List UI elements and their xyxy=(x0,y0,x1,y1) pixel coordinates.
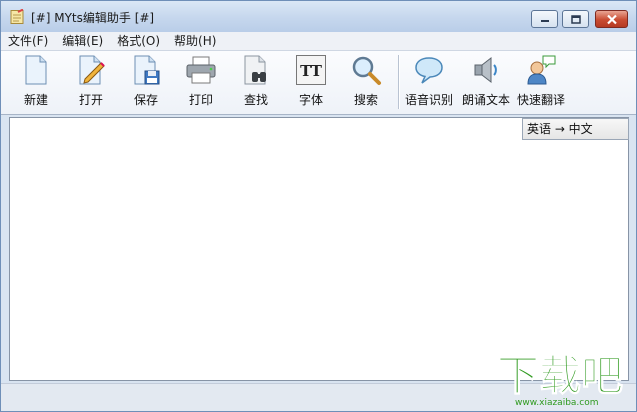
toolbar: 新建 打开 保存 打印 查找 TT 字体 搜索 语音识别 朗诵文本 快速翻译 xyxy=(1,51,636,115)
translation-direction-dropdown[interactable]: 英语 → 中文 xyxy=(522,118,629,140)
new-button[interactable]: 新建 xyxy=(15,53,57,111)
menu-help[interactable]: 帮助(H) xyxy=(167,32,223,50)
notepad-icon xyxy=(10,9,24,24)
close-icon xyxy=(606,14,617,24)
menu-file[interactable]: 文件(F) xyxy=(1,32,55,50)
menu-bar: 文件(F) 编辑(E) 格式(O) 帮助(H) xyxy=(1,32,636,51)
menu-format[interactable]: 格式(O) xyxy=(110,32,167,50)
maximize-icon xyxy=(570,14,581,24)
text-editor[interactable] xyxy=(9,117,629,381)
close-button[interactable] xyxy=(595,10,628,28)
magnifier-icon xyxy=(352,56,381,85)
svg-text:TT: TT xyxy=(300,62,323,80)
speaker-icon xyxy=(474,56,497,84)
open-button[interactable]: 打开 xyxy=(70,53,112,111)
read-aloud-button[interactable]: 朗诵文本 xyxy=(459,53,513,111)
save-label: 保存 xyxy=(133,93,158,107)
maximize-button[interactable] xyxy=(562,10,589,28)
find-label: 查找 xyxy=(243,93,268,107)
font-button[interactable]: TT 字体 xyxy=(290,53,332,111)
toolbar-separator xyxy=(398,55,400,109)
find-button[interactable]: 查找 xyxy=(235,53,277,111)
font-icon: TT xyxy=(296,55,326,85)
edit-document-icon xyxy=(79,55,105,85)
new-label: 新建 xyxy=(23,93,48,107)
speech-recognition-label: 语音识别 xyxy=(404,93,453,107)
new-document-icon xyxy=(25,55,47,85)
open-label: 打开 xyxy=(78,93,103,107)
save-icon xyxy=(134,55,160,85)
translator-person-icon xyxy=(527,55,556,85)
find-binoculars-icon xyxy=(244,55,266,85)
print-label: 打印 xyxy=(188,93,213,107)
font-label: 字体 xyxy=(298,93,323,107)
printer-icon xyxy=(186,56,216,84)
minimize-icon xyxy=(540,20,549,22)
quick-translate-button[interactable]: 快速翻译 xyxy=(515,53,567,111)
speech-recognition-button[interactable]: 语音识别 xyxy=(402,53,456,111)
search-label: 搜索 xyxy=(353,93,378,107)
minimize-button[interactable] xyxy=(531,10,558,28)
quick-translate-label: 快速翻译 xyxy=(516,93,565,107)
app-window: [#] MYts编辑助手 [#] 文件(F) 编辑(E) 格式(O) 帮助(H)… xyxy=(0,0,637,412)
save-button[interactable]: 保存 xyxy=(125,53,167,111)
menu-edit[interactable]: 编辑(E) xyxy=(55,32,110,50)
read-aloud-label: 朗诵文本 xyxy=(461,93,510,107)
print-button[interactable]: 打印 xyxy=(180,53,222,111)
search-button[interactable]: 搜索 xyxy=(345,53,387,111)
xiazaiba-watermark-logo: 下载吧 www.xiazaiba.com xyxy=(497,351,624,409)
title-bar[interactable]: [#] MYts编辑助手 [#] xyxy=(1,1,636,32)
svg-text:下载吧: 下载吧 xyxy=(497,351,623,400)
svg-text:www.xiazaiba.com: www.xiazaiba.com xyxy=(515,398,599,408)
speech-bubble-icon xyxy=(415,57,443,84)
window-title: [#] MYts编辑助手 [#] xyxy=(31,11,155,25)
